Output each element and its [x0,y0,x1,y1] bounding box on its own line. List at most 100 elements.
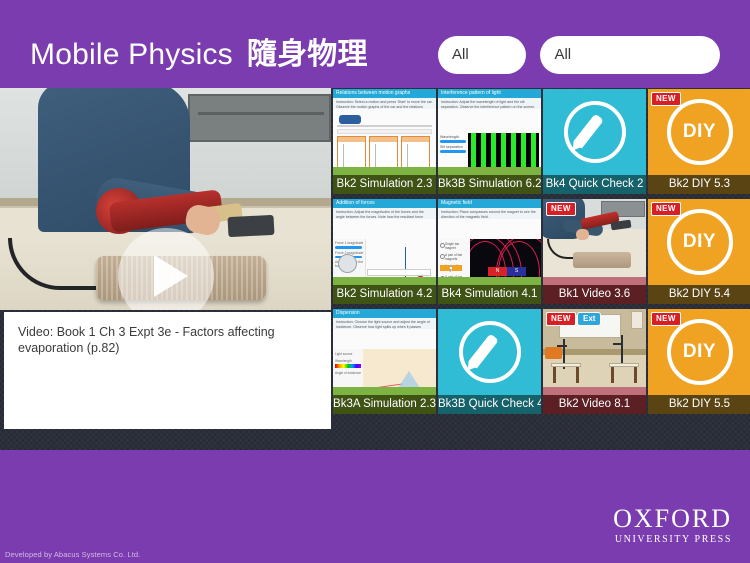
book-filter-dropdown[interactable]: All [438,36,526,74]
lab-bench [609,363,639,383]
type-filter-dropdown[interactable]: All [540,36,721,74]
tile-bk4-quick-check-2[interactable]: Bk4 Quick Check 2 [543,89,646,194]
tile-label: Bk2 Simulation 4.2 [333,285,436,304]
tile-label: Bk2 DIY 5.3 [648,175,750,194]
app-title-en: Mobile Physics [30,38,233,71]
wall-chart [631,311,643,329]
tile-bk1-video-3-6[interactable]: NEW Bk1 Video 3.6 [543,199,646,304]
publisher-subtitle: UNIVERSITY PRESS [614,534,732,545]
tile-label: Bk2 DIY 5.5 [648,395,750,414]
new-badge: NEW [651,92,681,106]
resource-tile-grid: Relations between motion graphs Instruct… [333,89,750,419]
lab-bench [551,363,581,383]
sim-road [337,125,432,127]
tile-bk4-simulation-4-1[interactable]: Magnetic field Instruction: Place compas… [438,199,541,304]
tile-bk2-diy-5-5[interactable]: NEW DIY Bk2 DIY 5.5 [648,309,750,414]
sim-body: Force 1 magnitude Force 2 magnitude Angl… [333,219,436,285]
tile-label: Bk2 Video 8.1 [543,395,646,414]
quick-check-preview [543,89,646,175]
angle-dial[interactable] [338,254,357,273]
tile-label: Bk3B Quick Check 4 [438,395,541,414]
sim-footer-bar [438,167,541,175]
magnet-north-pole: N [488,267,507,276]
sim-instruction: Instruction: Adjust the magnitudes of th… [333,208,436,219]
sim-graph-panel [401,136,430,169]
tile-bk2-diy-5-4[interactable]: NEW DIY Bk2 DIY 5.4 [648,199,750,304]
play-triangle-icon [154,255,188,297]
new-badge: NEW [651,202,681,216]
simulation-preview: Interference pattern of light Instructio… [438,89,541,175]
new-badge: NEW [651,312,681,326]
oxford-university-press-logo: OXFORD UNIVERSITY PRESS [613,506,732,547]
app-title: Mobile Physics 隨身物理 [30,38,368,72]
simulation-preview: Magnetic field Instruction: Place compas… [438,199,541,285]
tile-label: Bk2 Simulation 2.3 [333,175,436,194]
sim-controls: Light source Wavelength Angle of inciden… [333,349,363,387]
filter-bar: All All [438,36,721,74]
sim-footer-bar [438,277,541,285]
tile-bk2-simulation-2-3[interactable]: Relations between motion graphs Instruct… [333,89,436,194]
video-towel [573,252,631,268]
new-badge: NEW [546,312,576,326]
sim-control-label: Force 1 magnitude [335,241,364,245]
sim-instruction: Instruction: Adjust the wavelength of li… [438,98,541,109]
magnetic-field-view: N S [470,239,541,277]
simulation-preview: Dispersion Instruction: Choose the light… [333,309,436,395]
tile-thumbnail [543,89,646,175]
tile-bk2-diy-5-3[interactable]: NEW DIY Bk2 DIY 5.3 [648,89,750,194]
simulation-preview: Addition of forces Instruction: Adjust t… [333,199,436,285]
new-badge: NEW [546,202,576,216]
video-player[interactable] [0,88,331,310]
app-header: Mobile Physics 隨身物理 All All [0,0,750,88]
sim-slider[interactable] [440,150,466,153]
tile-thumbnail: Interference pattern of light Instructio… [438,89,541,175]
ext-badge: Ext [577,312,602,326]
tile-thumbnail [438,309,541,395]
tile-thumbnail: Dispersion Instruction: Choose the light… [333,309,436,395]
bar-magnet[interactable]: N S [488,267,526,276]
simulation-preview: Relations between motion graphs Instruct… [333,89,436,175]
sim-buttons[interactable] [440,258,464,276]
sim-graph-panel [369,136,398,169]
stand-clamp [613,343,623,345]
tile-thumbnail: Addition of forces Instruction: Adjust t… [333,199,436,285]
video-caption-text: Video: Book 1 Ch 3 Expt 3e - Factors aff… [18,325,275,355]
pencil-in-circle-icon [563,101,626,163]
sim-body: Single bar magnet A pair of bar magnets … [438,219,541,285]
sim-control-label: Wavelength [440,135,459,139]
diy-circle-icon: DIY [666,319,733,385]
tile-label: Bk3A Simulation 2.3 [333,395,436,414]
tile-label: Bk4 Quick Check 2 [543,175,646,194]
video-footer-bar [543,277,646,285]
sim-title: Relations between motion graphs [333,89,436,98]
tile-label: Bk1 Video 3.6 [543,285,646,304]
video-hand [576,229,589,240]
diy-circle-icon: DIY [666,209,733,275]
sim-control-label: Angle of incidence [335,371,362,375]
sim-control-label: Slit separation [440,145,463,149]
sim-slider[interactable] [335,246,362,249]
mobile-physics-app: Mobile Physics 隨身物理 All All Video: Book … [0,0,750,563]
resultant-dropdown[interactable] [367,269,431,276]
sim-graph-panel [337,136,366,169]
dispersion-stage [362,349,436,395]
tile-bk2-video-8-1[interactable]: NEW Ext Bk2 Video 8.1 [543,309,646,414]
sim-title: Interference pattern of light [438,89,541,98]
sim-slider[interactable] [440,140,466,143]
sim-title: Dispersion [333,309,436,318]
stand-clamp [557,345,567,347]
sim-car-icon [339,115,361,124]
equipment-box [545,347,562,359]
tile-bk3a-simulation-2-3[interactable]: Dispersion Instruction: Choose the light… [333,309,436,414]
tile-thumbnail: Magnetic field Instruction: Place compas… [438,199,541,285]
sim-control-label: Wavelength [335,359,352,363]
video-hairdryer-nozzle [227,214,275,238]
developer-credit: Developed by Abacus Systems Co. Ltd. [5,550,141,559]
sim-instruction: Instruction: Place compasses around the … [438,208,541,219]
diy-circle-icon: DIY [666,99,733,165]
tile-bk2-simulation-4-2[interactable]: Addition of forces Instruction: Adjust t… [333,199,436,304]
tile-bk3b-quick-check-4[interactable]: Bk3B Quick Check 4 [438,309,541,414]
tile-bk3b-simulation-6-2[interactable]: Interference pattern of light Instructio… [438,89,541,194]
spectrum-slider[interactable] [335,364,361,368]
sim-footer-bar [333,387,436,395]
